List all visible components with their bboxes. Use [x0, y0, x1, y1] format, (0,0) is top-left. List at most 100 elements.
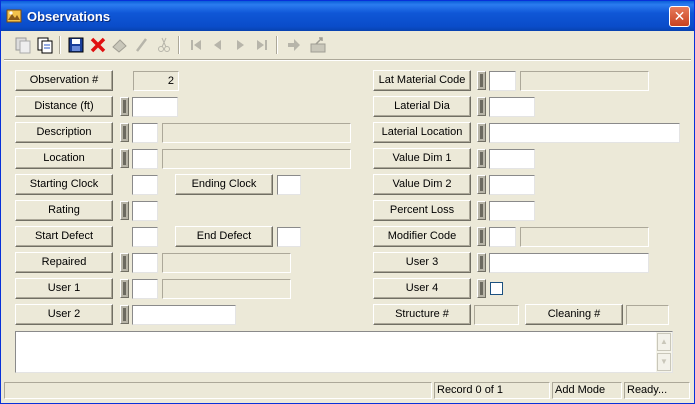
user4-checkbox[interactable] [490, 282, 503, 295]
title-bar[interactable]: Observations ✕ [1, 1, 694, 31]
lat-material-text-field [520, 71, 649, 91]
starting-clock-button[interactable]: Starting Clock [15, 174, 113, 195]
laterial-location-field[interactable] [489, 123, 680, 143]
lock-icon[interactable] [477, 227, 486, 246]
lock-icon[interactable] [120, 305, 129, 324]
app-icon [6, 9, 22, 23]
lock-icon[interactable] [120, 201, 129, 220]
start-defect-field[interactable] [132, 227, 158, 247]
status-panel-empty [4, 382, 432, 399]
comments-scrollbar[interactable]: ▲ ▼ [656, 332, 672, 372]
previous-record-icon[interactable] [208, 35, 228, 55]
location-code-field[interactable] [132, 149, 158, 169]
lock-icon[interactable] [120, 123, 129, 142]
scroll-up-icon[interactable]: ▲ [657, 333, 671, 351]
rating-button[interactable]: Rating [15, 200, 113, 221]
scroll-down-icon[interactable]: ▼ [657, 353, 671, 371]
lock-icon[interactable] [477, 71, 486, 90]
toolbar-separator [276, 36, 278, 54]
lock-icon[interactable] [477, 97, 486, 116]
lock-icon[interactable] [477, 253, 486, 272]
repaired-text-field [162, 253, 291, 273]
repaired-code-field[interactable] [132, 253, 158, 273]
laterial-dia-button[interactable]: Laterial Dia [373, 96, 471, 117]
copy-record-icon[interactable] [13, 35, 33, 55]
user2-field[interactable] [132, 305, 236, 325]
structure-number-button[interactable]: Structure # [373, 304, 471, 325]
user1-button[interactable]: User 1 [15, 278, 113, 299]
description-code-field[interactable] [132, 123, 158, 143]
rating-field[interactable] [132, 201, 158, 221]
mode-status: Add Mode [552, 382, 622, 399]
toolbar-separator [59, 36, 61, 54]
user1-text-field [162, 279, 291, 299]
start-defect-button[interactable]: Start Defect [15, 226, 113, 247]
lock-icon[interactable] [120, 253, 129, 272]
lock-icon[interactable] [477, 123, 486, 142]
description-text-field [162, 123, 351, 143]
percent-loss-field[interactable] [489, 201, 535, 221]
go-to-icon[interactable] [284, 35, 304, 55]
modifier-code-field[interactable] [489, 227, 516, 247]
distance-field[interactable] [132, 97, 178, 117]
copy-icon[interactable] [35, 35, 55, 55]
modifier-text-field [520, 227, 649, 247]
toolbar [10, 33, 350, 59]
record-status: Record 0 of 1 [434, 382, 550, 399]
export-icon[interactable] [308, 35, 328, 55]
value-dim2-button[interactable]: Value Dim 2 [373, 174, 471, 195]
cut-icon[interactable] [154, 35, 174, 55]
close-button[interactable]: ✕ [669, 6, 690, 27]
distance-button[interactable]: Distance (ft) [15, 96, 113, 117]
pencil-icon[interactable] [132, 35, 152, 55]
location-button[interactable]: Location [15, 148, 113, 169]
next-record-icon[interactable] [230, 35, 250, 55]
toolbar-separator [178, 36, 180, 54]
end-defect-button[interactable]: End Defect [175, 226, 273, 247]
cleaning-number-field [626, 305, 669, 325]
structure-number-field [474, 305, 519, 325]
user4-button[interactable]: User 4 [373, 278, 471, 299]
ending-clock-field[interactable] [277, 175, 301, 195]
lock-icon[interactable] [120, 149, 129, 168]
lock-icon[interactable] [477, 149, 486, 168]
cleaning-number-button[interactable]: Cleaning # [525, 304, 623, 325]
lock-icon[interactable] [120, 97, 129, 116]
percent-loss-button[interactable]: Percent Loss [373, 200, 471, 221]
window-title: Observations [27, 9, 111, 24]
lock-icon[interactable] [120, 279, 129, 298]
first-record-icon[interactable] [186, 35, 206, 55]
repaired-button[interactable]: Repaired [15, 252, 113, 273]
user3-button[interactable]: User 3 [373, 252, 471, 273]
end-defect-field[interactable] [277, 227, 301, 247]
lock-icon[interactable] [477, 201, 486, 220]
modifier-code-button[interactable]: Modifier Code [373, 226, 471, 247]
lat-material-code-field[interactable] [489, 71, 516, 91]
ending-clock-button[interactable]: Ending Clock [175, 174, 273, 195]
laterial-location-button[interactable]: Laterial Location [373, 122, 471, 143]
value-dim1-field[interactable] [489, 149, 535, 169]
lock-icon[interactable] [477, 279, 486, 298]
ready-status: Ready... [624, 382, 690, 399]
last-record-icon[interactable] [252, 35, 272, 55]
save-icon[interactable] [66, 35, 86, 55]
eraser-icon[interactable] [110, 35, 130, 55]
user3-field[interactable] [489, 253, 649, 273]
user2-button[interactable]: User 2 [15, 304, 113, 325]
status-bar: Record 0 of 1 Add Mode Ready... [4, 381, 691, 400]
window-body: Observation # 2 Distance (ft) Descriptio… [4, 31, 691, 400]
value-dim1-button[interactable]: Value Dim 1 [373, 148, 471, 169]
comments-textarea[interactable]: ▲ ▼ [15, 331, 673, 373]
delete-icon[interactable] [88, 35, 108, 55]
lock-icon[interactable] [477, 175, 486, 194]
value-dim2-field[interactable] [489, 175, 535, 195]
observation-number-button[interactable]: Observation # [15, 70, 113, 91]
laterial-dia-field[interactable] [489, 97, 535, 117]
location-text-field [162, 149, 351, 169]
user1-code-field[interactable] [132, 279, 158, 299]
observation-number-field: 2 [133, 71, 179, 91]
lat-material-code-button[interactable]: Lat Material Code [373, 70, 471, 91]
observations-window: Observations ✕ Observation # 2 Distance … [0, 0, 695, 404]
description-button[interactable]: Description [15, 122, 113, 143]
starting-clock-field[interactable] [132, 175, 158, 195]
